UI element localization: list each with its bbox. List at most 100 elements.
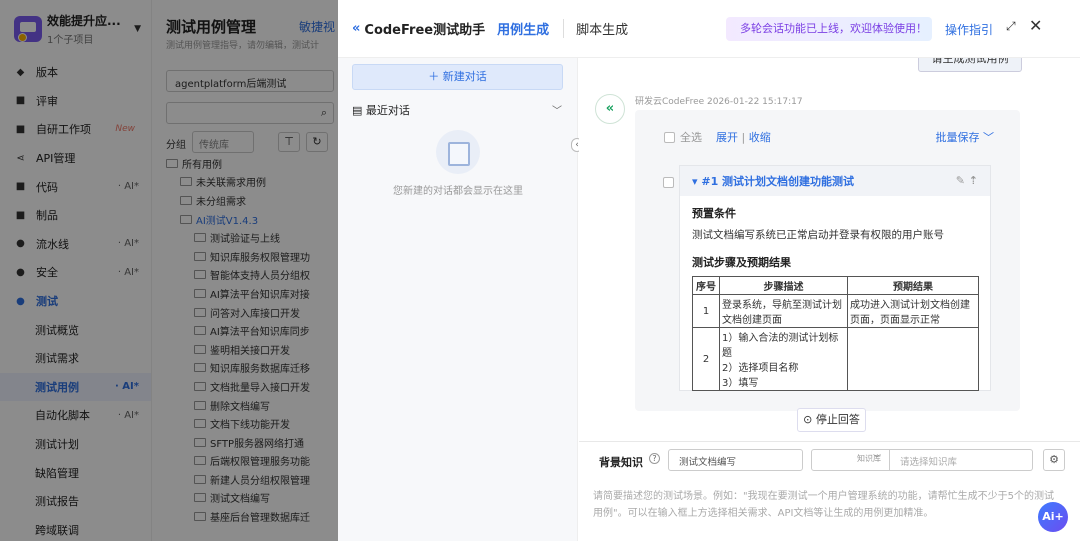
- sidebar-subitem-label: 跨域联调: [35, 523, 79, 537]
- tree-node[interactable]: 删除文档编写: [166, 396, 338, 415]
- tree-node[interactable]: 测试文档编写: [166, 489, 338, 508]
- folder-icon: [194, 456, 206, 466]
- tree-node-label: AI测试V1.4.3: [196, 215, 259, 227]
- tree-node-label: 未关联需求用例: [196, 178, 266, 190]
- th-step: 步骤描述: [719, 276, 848, 295]
- sidebar-item-0[interactable]: ◆ 版本: [0, 58, 151, 87]
- tree-node[interactable]: SFTP服务器网络打通: [166, 433, 338, 452]
- tree-node[interactable]: 智能体支持人员分组权: [166, 266, 338, 285]
- sidebar-item-4[interactable]: ■ 代码 · AI*: [0, 172, 151, 201]
- folder-icon: [194, 512, 206, 522]
- sidebar-item-6[interactable]: ● 流水线 · AI*: [0, 230, 151, 259]
- refresh-icon[interactable]: ↻: [306, 132, 328, 152]
- sidebar-item-1[interactable]: ■ 评审: [0, 87, 151, 116]
- tree-node[interactable]: 新建人员分组权限管理: [166, 470, 338, 489]
- tree-node[interactable]: 未关联需求用例: [166, 173, 338, 192]
- sidebar-subitem-5[interactable]: 缺陷管理: [0, 458, 151, 487]
- ai-badge: · AI*: [117, 181, 139, 193]
- sidebar-subitem-6[interactable]: 测试报告: [0, 487, 151, 516]
- search-input[interactable]: ⌕: [166, 102, 334, 124]
- tree-node-label: 问答对入库接口开发: [210, 308, 300, 320]
- project-switcher[interactable]: 效能提升应... 1个子项目 ▼: [0, 0, 151, 58]
- case-tree: 所有用例未关联需求用例 未分组需求 AI测试V1.4.3 测试验证与上线知识库服务权限…: [166, 154, 338, 526]
- tree-node[interactable]: AI算法平台知识库对接: [166, 284, 338, 303]
- tree-node[interactable]: AI测试V1.4.3: [166, 210, 338, 229]
- sidebar-item-7[interactable]: ● 安全 · AI*: [0, 258, 151, 287]
- expand-link[interactable]: 展开: [716, 129, 738, 145]
- sidebar-subitem-label: 测试报告: [35, 495, 79, 509]
- background-input[interactable]: 测试文档编写: [668, 449, 803, 471]
- tree-node-label: 测试验证与上线: [210, 234, 280, 246]
- folder-icon: [194, 437, 206, 447]
- settings-icon[interactable]: ⚙: [1043, 449, 1065, 471]
- sidebar-item-2[interactable]: ■ 自研工作项 New: [0, 115, 151, 144]
- caret-down-icon[interactable]: ▼: [134, 24, 141, 34]
- tree-node[interactable]: 后端权限管理服务功能: [166, 452, 338, 471]
- sidebar-item-8[interactable]: ● 测试: [0, 287, 151, 316]
- workitem-icon: ■: [15, 123, 26, 135]
- help-icon[interactable]: ?: [649, 453, 660, 464]
- tree-node[interactable]: AI算法平台知识库同步: [166, 321, 338, 340]
- tree-node-label: 新建人员分组权限管理: [210, 475, 310, 487]
- case-title[interactable]: ▾ #1 测试计划文档创建功能测试 ✎ ⇡: [680, 166, 990, 196]
- filter-select[interactable]: 传统库: [192, 131, 254, 153]
- ai-assistant-fab[interactable]: Ai+: [1038, 502, 1068, 532]
- recent-header[interactable]: ▤ 最近对话 ﹀: [352, 102, 562, 118]
- bot-avatar-icon: «: [595, 94, 625, 124]
- knowledge-base-select[interactable]: 知识库 ﹀: [811, 449, 890, 471]
- batch-save-dropdown[interactable]: 批量保存 ﹀: [936, 129, 995, 145]
- tree-node[interactable]: 鉴明相关接口开发: [166, 340, 338, 359]
- sidebar-subitem-1[interactable]: 测试需求: [0, 344, 151, 373]
- prompt-textarea[interactable]: 请简要描述您的测试场景。例如："我现在要测试一个用户管理系统的功能，请帮忙生成不…: [593, 488, 1063, 522]
- filter-label: 分组: [166, 140, 186, 151]
- tree-node-label: 知识库服务权限管理功: [210, 252, 310, 264]
- tree-node-label: 基座后台管理数据库迁: [210, 513, 310, 525]
- sidebar-subitem-4[interactable]: 测试计划: [0, 430, 151, 459]
- result-card: 全选 展开 | 收缩 批量保存 ﹀ ▾ #1 测试计划文档创建功能测试 ✎ ⇡: [635, 110, 1020, 411]
- chevron-down-icon[interactable]: ﹀: [552, 102, 562, 117]
- new-chat-button[interactable]: ＋ 新建对话: [352, 64, 563, 90]
- sidebar-subitem-7[interactable]: 跨域联调: [0, 516, 151, 541]
- sidebar-subitem-3[interactable]: 自动化脚本 · AI*: [0, 401, 151, 430]
- sidebar-item-3[interactable]: ⋖ API管理: [0, 144, 151, 173]
- sidebar-subitem-0[interactable]: 测试概览: [0, 315, 151, 344]
- tree-node[interactable]: 测试验证与上线: [166, 228, 338, 247]
- sidebar-item-5[interactable]: ■ 制品: [0, 201, 151, 230]
- feature-banner[interactable]: 多轮会话功能已上线，欢迎体验使用！: [726, 17, 932, 41]
- pipeline-icon: ●: [16, 238, 25, 250]
- tree-node[interactable]: 未分组需求: [166, 191, 338, 210]
- edit-upload-icons[interactable]: ✎ ⇡: [956, 174, 978, 187]
- project-select[interactable]: agentplatform后端测试: [166, 70, 334, 92]
- tab-case-generation[interactable]: 用例生成: [497, 19, 549, 38]
- tree-node[interactable]: 知识库服务数据库迁移: [166, 359, 338, 378]
- tab-script-generation[interactable]: 脚本生成: [563, 19, 628, 38]
- guide-link[interactable]: 操作指引: [945, 21, 993, 38]
- precondition-section: 预置条件 测试文档编写系统已正常启动并登录有权限的用户账号: [680, 196, 990, 242]
- folder-icon: [194, 344, 206, 354]
- filter-icon[interactable]: ⊤: [278, 132, 300, 152]
- case-body: ▾ #1 测试计划文档创建功能测试 ✎ ⇡ 预置条件 测试文档编写系统已正常启动…: [679, 165, 991, 391]
- stop-answer-button[interactable]: ⊙ 停止回答: [797, 408, 866, 432]
- ai-badge: · AI*: [117, 266, 139, 278]
- knowledge-base-input[interactable]: 请选择知识库: [890, 449, 1033, 471]
- select-all-checkbox[interactable]: [664, 131, 675, 143]
- sidebar-subitem-2[interactable]: 测试用例 · AI*: [0, 372, 151, 402]
- tree-node[interactable]: 文档批量导入接口开发: [166, 377, 338, 396]
- card-toolbar: 全选 展开 | 收缩 批量保存 ﹀: [664, 129, 994, 145]
- tree-node[interactable]: 基座后台管理数据库迁: [166, 507, 338, 526]
- tree-node-label: 未分组需求: [196, 196, 246, 208]
- sidebar-item-label: API管理: [36, 152, 76, 166]
- case-checkbox[interactable]: [663, 177, 674, 188]
- agile-view-link[interactable]: 敏捷视: [299, 18, 335, 35]
- chat-icon: ▤: [352, 104, 366, 117]
- tree-node[interactable]: 知识库服务权限管理功: [166, 247, 338, 266]
- close-icon[interactable]: ✕: [1029, 16, 1042, 35]
- expand-icon[interactable]: ⤢: [1006, 19, 1016, 34]
- tree-node[interactable]: 所有用例: [166, 154, 338, 173]
- tree-node-label: 后端权限管理服务功能: [210, 457, 310, 469]
- th-expect: 预期结果: [847, 276, 979, 295]
- cell-no: 2: [692, 327, 720, 391]
- tree-node[interactable]: 文档下线功能开发: [166, 414, 338, 433]
- tree-node[interactable]: 问答对入库接口开发: [166, 303, 338, 322]
- collapse-link[interactable]: 收缩: [749, 129, 771, 145]
